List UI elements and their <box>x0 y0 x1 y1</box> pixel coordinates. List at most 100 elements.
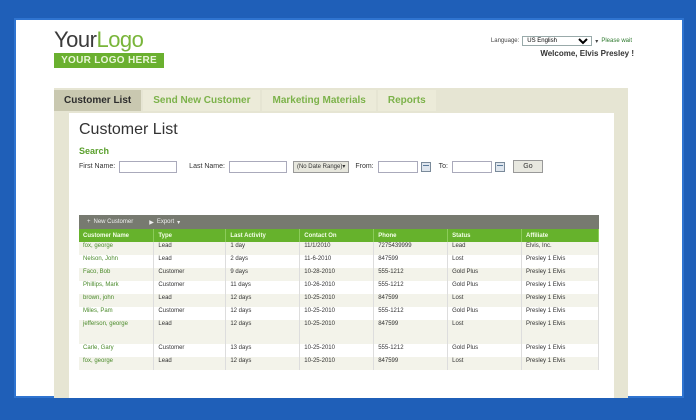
to-date-input[interactable] <box>451 160 492 173</box>
table-cell: 12 days <box>225 320 301 344</box>
first-name-label: First Name: <box>79 163 116 170</box>
column-header[interactable]: Last Activity <box>225 229 301 242</box>
table-row[interactable]: fox, george Lead 1 day 11/1/2010 7275439… <box>79 242 599 255</box>
table-cell: 11 days <box>225 281 301 294</box>
to-label: To: <box>438 163 448 170</box>
logo: YourLogo YOUR LOGO HERE <box>54 28 164 68</box>
table-cell: Lead <box>153 357 227 370</box>
table-cell: Presley 1 Elvis <box>521 320 599 344</box>
column-header[interactable]: Customer Name <box>79 229 155 242</box>
table-cell: Presley 1 Elvis <box>521 344 599 357</box>
customer-name-link[interactable]: Faco, Bob <box>79 268 155 281</box>
welcome-message: Welcome, Elvis Presley ! <box>540 49 634 58</box>
column-header[interactable]: Contact On <box>299 229 375 242</box>
last-name-input[interactable] <box>228 160 287 173</box>
tab-marketing-materials[interactable]: Marketing Materials <box>262 90 376 111</box>
table-cell: Lost <box>447 320 523 344</box>
table-cell: Lost <box>447 255 523 268</box>
table-toolbar: + New Customer ▶ Export ▾ <box>79 215 599 229</box>
table-cell: 10-25-2010 <box>299 294 375 307</box>
table-cell: 555-1212 <box>373 307 449 320</box>
table-cell: Presley 1 Elvis <box>521 255 599 268</box>
table-cell: 12 days <box>225 294 301 307</box>
screen-frame: YourLogo YOUR LOGO HERE Language: US Eng… <box>0 0 696 420</box>
table-cell: 847599 <box>373 320 449 344</box>
table-cell: Gold Plus <box>447 268 523 281</box>
customer-name-link[interactable]: Nelson, John <box>79 255 155 268</box>
chevron-down-icon[interactable]: ▾ <box>595 38 598 45</box>
search-heading: Search <box>79 146 110 156</box>
export-button[interactable]: ▶ Export ▾ <box>149 219 180 226</box>
table-cell: Lead <box>153 242 227 255</box>
table-cell: 7275439999 <box>373 242 449 255</box>
table-cell: Customer <box>153 268 227 281</box>
calendar-icon[interactable] <box>420 161 431 172</box>
logo-wordmark: YourLogo <box>54 27 144 52</box>
new-customer-button[interactable]: + New Customer <box>87 219 133 225</box>
table-cell: 12 days <box>225 307 301 320</box>
table-row[interactable]: jefferson, george Lead 12 days 10-25-201… <box>79 320 599 344</box>
search-filters: First Name: Last Name: (No Date Range) ▾ … <box>79 160 543 173</box>
table-cell: 9 days <box>225 268 301 281</box>
table-cell: 555-1212 <box>373 281 449 294</box>
table-cell: Lead <box>153 255 227 268</box>
last-name-label: Last Name: <box>189 163 225 170</box>
table-cell: Lead <box>153 294 227 307</box>
table-cell: 1 day <box>225 242 301 255</box>
main-tabs: Customer List Send New Customer Marketin… <box>54 90 436 111</box>
table-row[interactable]: Miles, Pam Customer 12 days 10-25-2010 5… <box>79 307 599 320</box>
page-title: Customer List <box>79 121 178 138</box>
table-cell: 847599 <box>373 294 449 307</box>
table-cell: 10-26-2010 <box>299 281 375 294</box>
customer-name-link[interactable]: Carle, Gary <box>79 344 155 357</box>
customer-list-panel: Customer List Search First Name: Last Na… <box>69 113 614 398</box>
from-date-input[interactable] <box>377 160 418 173</box>
from-label: From: <box>355 163 374 170</box>
table-row[interactable]: Nelson, John Lead 2 days 11-6-2010 84759… <box>79 255 599 268</box>
tab-send-new-customer[interactable]: Send New Customer <box>143 90 261 111</box>
column-header[interactable]: Status <box>447 229 523 242</box>
table-row[interactable]: Phillips, Mark Customer 11 days 10-26-20… <box>79 281 599 294</box>
table-header-row: Customer Name Type Last Activity Contact… <box>79 229 599 242</box>
table-row[interactable]: brown, john Lead 12 days 10-25-2010 8475… <box>79 294 599 307</box>
app-window: YourLogo YOUR LOGO HERE Language: US Eng… <box>14 18 684 398</box>
column-header[interactable]: Type <box>153 229 227 242</box>
customer-name-link[interactable]: fox, george <box>79 357 155 370</box>
table-row[interactable]: fox, george Lead 12 days 10-25-2010 8475… <box>79 357 599 370</box>
table-cell: 11-6-2010 <box>299 255 375 268</box>
table-cell: 847599 <box>373 255 449 268</box>
table-cell: Customer <box>153 344 227 357</box>
customer-name-link[interactable]: fox, george <box>79 242 155 255</box>
table-cell: 10-28-2010 <box>299 268 375 281</box>
table-cell: Lead <box>153 320 227 344</box>
tab-reports[interactable]: Reports <box>377 90 436 111</box>
table-row[interactable]: Faco, Bob Customer 9 days 10-28-2010 555… <box>79 268 599 281</box>
column-header[interactable]: Phone <box>373 229 449 242</box>
table-cell: 10-25-2010 <box>299 307 375 320</box>
chevron-down-icon: ▾ <box>342 164 346 170</box>
table-cell: 555-1212 <box>373 268 449 281</box>
table-cell: Presley 1 Elvis <box>521 357 599 370</box>
table-cell: Lost <box>447 357 523 370</box>
table-cell: Lost <box>447 294 523 307</box>
table-cell: 2 days <box>225 255 301 268</box>
language-link[interactable]: Please wait <box>601 38 632 44</box>
language-select[interactable]: US English <box>522 36 593 46</box>
tab-customer-list[interactable]: Customer List <box>54 90 142 111</box>
customer-name-link[interactable]: jefferson, george <box>79 320 155 344</box>
date-range-select[interactable]: (No Date Range) ▾ <box>292 160 350 173</box>
customer-name-link[interactable]: Phillips, Mark <box>79 281 155 294</box>
table-cell: Presley 1 Elvis <box>521 294 599 307</box>
column-header[interactable]: Affiliate <box>521 229 599 242</box>
table-cell: Elvis, Inc. <box>521 242 599 255</box>
go-button[interactable]: Go <box>512 160 543 173</box>
first-name-input[interactable] <box>119 160 178 173</box>
table-row[interactable]: Carle, Gary Customer 13 days 10-25-2010 … <box>79 344 599 357</box>
language-bar: Language: US English ▾ Please wait <box>491 36 632 46</box>
customer-name-link[interactable]: Miles, Pam <box>79 307 155 320</box>
logo-tagline: YOUR LOGO HERE <box>54 53 164 68</box>
table-cell: 10-25-2010 <box>299 320 375 344</box>
calendar-icon[interactable] <box>494 161 505 172</box>
customer-name-link[interactable]: brown, john <box>79 294 155 307</box>
table-cell: 12 days <box>225 357 301 370</box>
